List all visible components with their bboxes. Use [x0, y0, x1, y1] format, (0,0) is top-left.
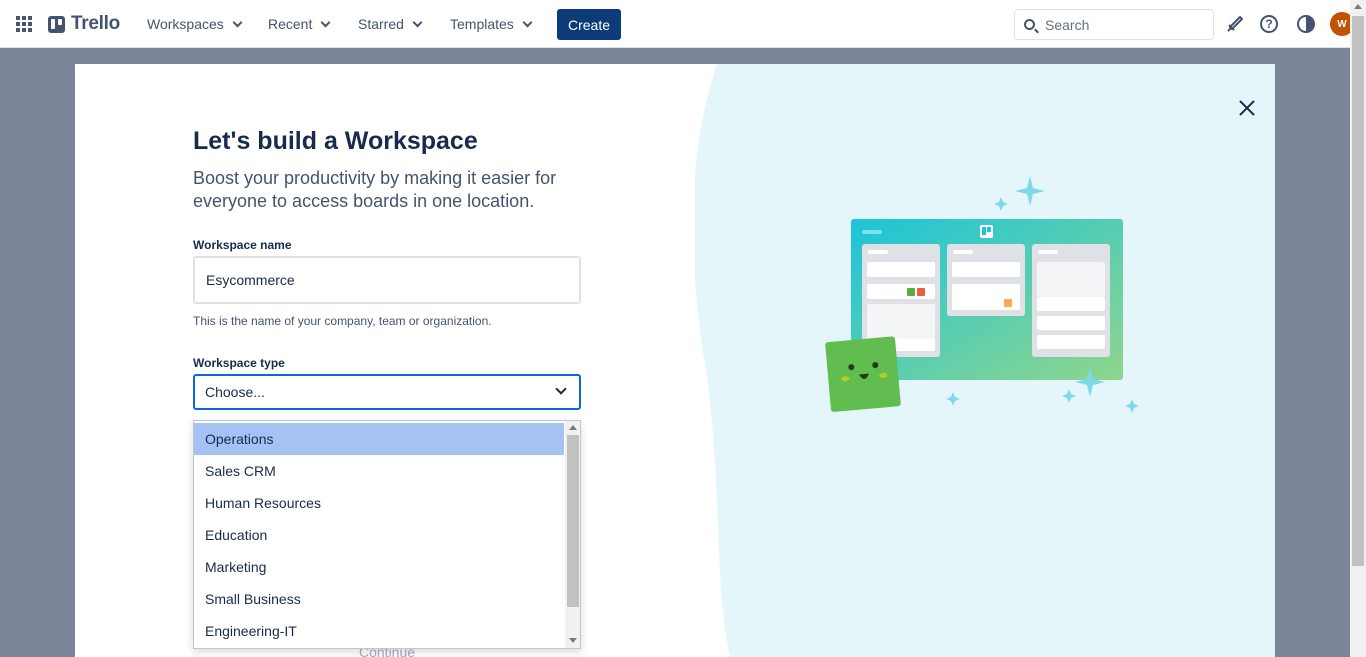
option-sales-crm[interactable]: Sales CRM: [194, 455, 564, 487]
workspace-type-label: Workspace type: [193, 356, 285, 370]
option-small-business[interactable]: Small Business: [194, 583, 564, 615]
app-switcher-icon[interactable]: [16, 16, 32, 32]
trello-logo-icon: [48, 15, 65, 33]
chevron-down-icon: [412, 17, 423, 27]
option-engineering-it[interactable]: Engineering-IT: [194, 615, 564, 647]
options-scrollbar-thumb[interactable]: [567, 435, 579, 607]
nav-templates-label: Templates: [450, 16, 514, 32]
nav-workspaces[interactable]: Workspaces: [147, 13, 243, 35]
search-icon: [1024, 19, 1035, 30]
workspace-type-options: Operations Sales CRM Human Resources Edu…: [193, 420, 581, 649]
page-title: Let's build a Workspace: [193, 127, 478, 155]
scroll-down-arrow-icon[interactable]: [569, 638, 577, 643]
logo-text: Trello: [71, 13, 120, 34]
page-subtitle: Boost your productivity by making it eas…: [193, 168, 557, 211]
option-operations[interactable]: Operations: [194, 423, 564, 455]
illustration-panel: [695, 64, 1275, 657]
option-marketing[interactable]: Marketing: [194, 551, 564, 583]
nav-starred-label: Starred: [358, 16, 404, 32]
notifications-icon[interactable]: [1225, 14, 1245, 34]
option-education[interactable]: Education: [194, 519, 564, 551]
create-button[interactable]: Create: [557, 9, 621, 40]
theme-toggle-icon[interactable]: [1297, 15, 1315, 33]
workspace-type-select[interactable]: Choose...: [193, 374, 581, 410]
chevron-down-icon: [320, 17, 331, 27]
help-icon[interactable]: ?: [1260, 15, 1278, 33]
nav-starred[interactable]: Starred: [358, 13, 423, 35]
workspace-type-value: Choose...: [205, 384, 265, 400]
workspace-name-helper: This is the name of your company, team o…: [193, 314, 492, 328]
workspace-illustration: [695, 64, 1139, 657]
nav-recent[interactable]: Recent: [268, 13, 331, 35]
workspace-name-input[interactable]: Esycommerce: [193, 256, 581, 304]
nav-recent-label: Recent: [268, 16, 313, 32]
nav-workspaces-label: Workspaces: [147, 16, 224, 32]
search-input[interactable]: Search: [1014, 9, 1214, 40]
option-human-resources[interactable]: Human Resources: [194, 487, 564, 519]
chevron-down-icon: [232, 17, 243, 27]
chevron-down-icon: [522, 17, 533, 27]
scroll-up-arrow-icon[interactable]: [1354, 4, 1362, 9]
workspace-name-label: Workspace name: [193, 238, 292, 252]
search-placeholder: Search: [1045, 16, 1090, 33]
close-icon[interactable]: [1235, 96, 1259, 120]
nav-templates[interactable]: Templates: [450, 13, 533, 35]
trello-logo[interactable]: Trello: [48, 13, 120, 35]
chevron-down-icon: [555, 383, 567, 395]
scroll-up-arrow-icon[interactable]: [569, 425, 577, 430]
page-scrollbar-thumb[interactable]: [1352, 16, 1364, 566]
top-nav-bar: Trello Workspaces Recent Starred Templat…: [0, 0, 1354, 48]
